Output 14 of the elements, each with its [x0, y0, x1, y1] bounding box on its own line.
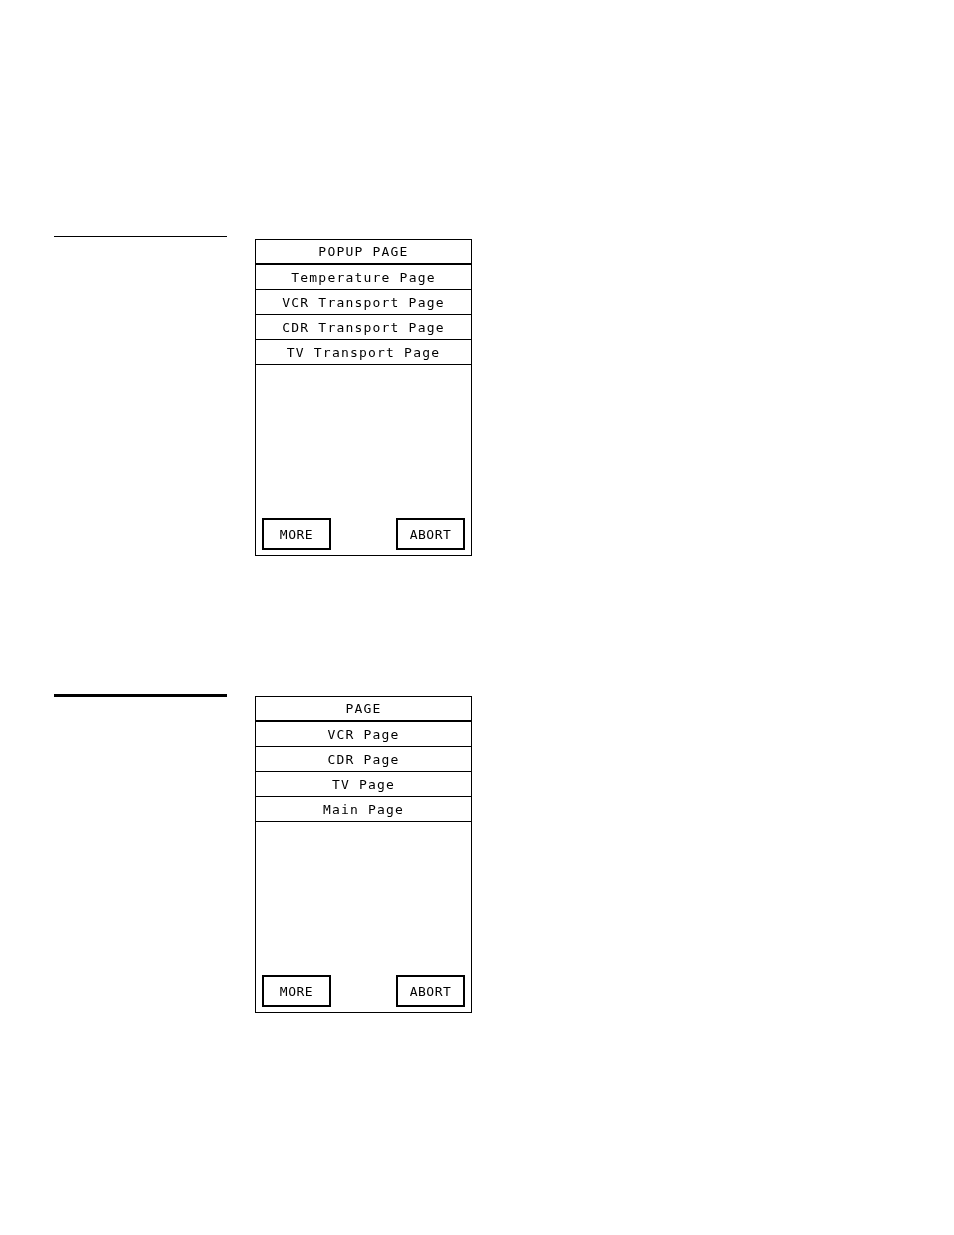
more-button[interactable]: MORE: [262, 975, 331, 1007]
menu-item[interactable]: Main Page: [256, 797, 471, 822]
menu-item[interactable]: CDR Page: [256, 747, 471, 772]
menu-item[interactable]: TV Transport Page: [256, 340, 471, 365]
menu-item[interactable]: VCR Page: [256, 722, 471, 747]
abort-button[interactable]: ABORT: [396, 975, 465, 1007]
abort-button[interactable]: ABORT: [396, 518, 465, 550]
menu-item[interactable]: VCR Transport Page: [256, 290, 471, 315]
menu-item[interactable]: TV Page: [256, 772, 471, 797]
more-button[interactable]: MORE: [262, 518, 331, 550]
menu-item[interactable]: CDR Transport Page: [256, 315, 471, 340]
panel-title: POPUP PAGE: [256, 240, 471, 265]
panel-title: PAGE: [256, 697, 471, 722]
menu-item[interactable]: Temperature Page: [256, 265, 471, 290]
